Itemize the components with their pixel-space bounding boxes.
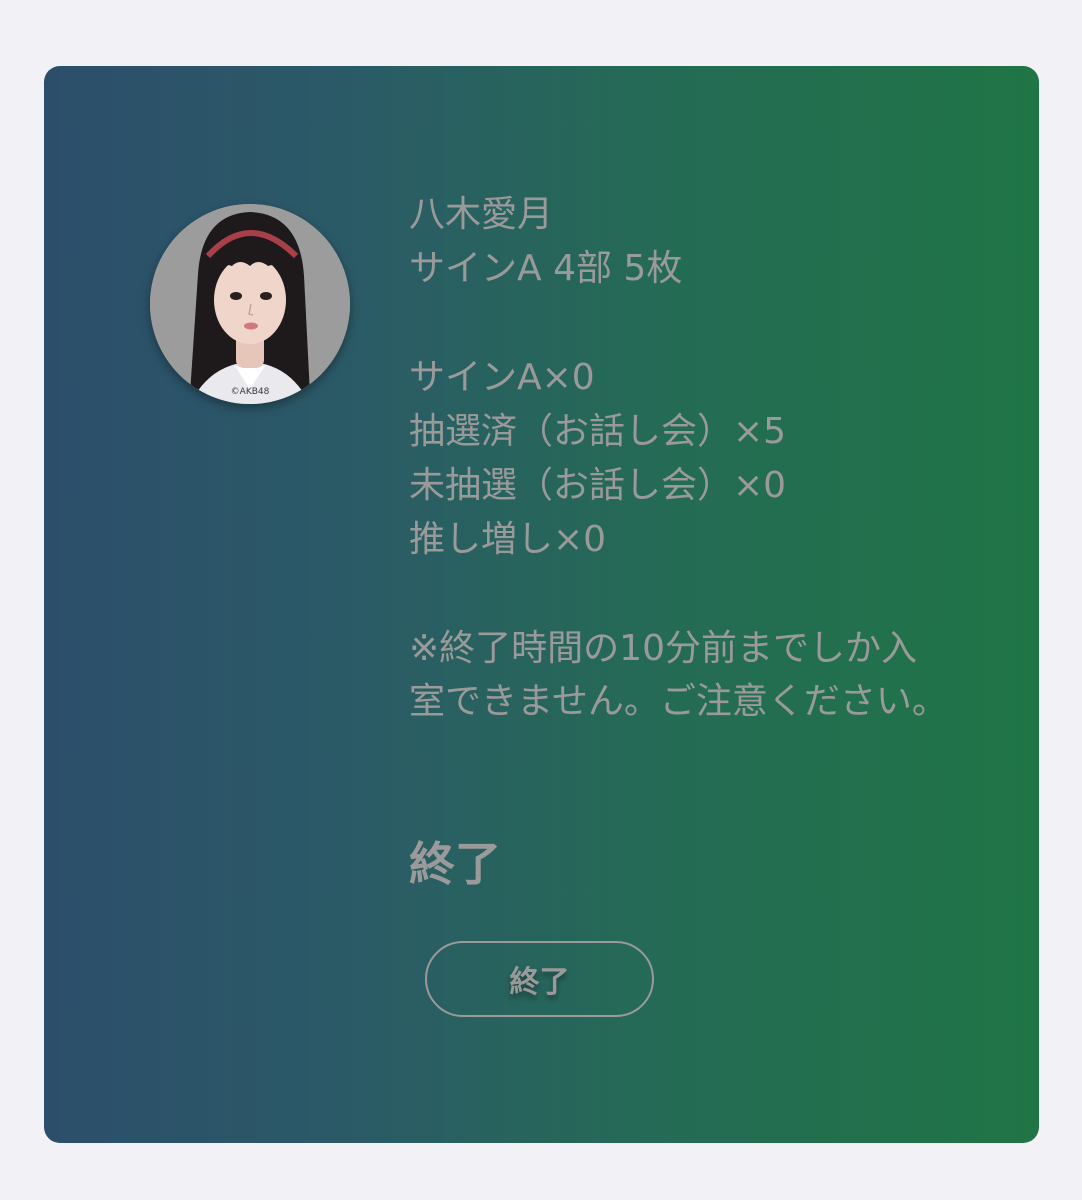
count-drawn-talk: 抽選済（お話し会）×5 [409, 411, 787, 452]
ticket-info: 八木愛月 サインA 4部 5枚 サインA×0 抽選済（お話し会）×5 未抽選（お… [409, 188, 786, 567]
count-undrawn-talk: 未抽選（お話し会）×0 [409, 465, 787, 506]
event-card: ©AKB48 八木愛月 サインA 4部 5枚 サインA×0 抽選済（お話し会）×… [44, 66, 1039, 1143]
ticket-summary: サインA 4部 5枚 [409, 248, 683, 289]
member-avatar: ©AKB48 [150, 204, 350, 404]
entry-notice: ※終了時間の10分前までしか入室できません。ご注意ください。 [409, 628, 948, 722]
count-sign-a: サインA×0 [409, 357, 595, 398]
member-name: 八木愛月 [409, 194, 554, 235]
end-button[interactable]: 終了 [425, 941, 654, 1017]
status-label: 終了 [409, 837, 501, 891]
photo-credit: ©AKB48 [230, 387, 270, 397]
count-oshimashi: 推し増し×0 [409, 519, 607, 560]
member-photo-icon [150, 204, 350, 404]
